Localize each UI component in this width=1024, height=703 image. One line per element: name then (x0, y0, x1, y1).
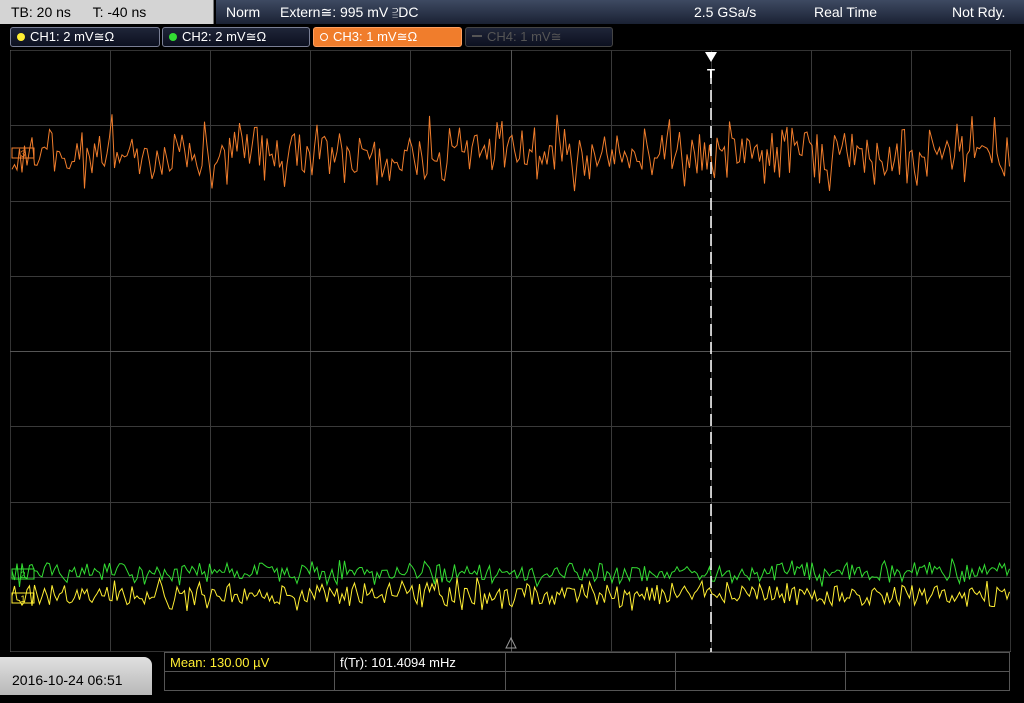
measurement-slot-7[interactable] (334, 671, 506, 691)
timebase-panel[interactable]: TB: 20 ns T: -40 ns (0, 0, 214, 24)
measurement-slot-6[interactable] (164, 671, 335, 691)
ch4-label: CH4: 1 mV≅ (487, 29, 562, 44)
ch2-ref-label: 2 (20, 570, 25, 580)
channel-button-ch1[interactable]: CH1: 2 mV≅Ω (10, 27, 160, 47)
acquisition-mode[interactable]: Real Time (814, 0, 877, 24)
sample-rate: 2.5 GSa/s (694, 4, 757, 20)
trigger-source[interactable]: Extern≅: 995 mV ⫆DC (280, 0, 419, 24)
ch3-label: CH3: 1 mV≅Ω (333, 29, 418, 44)
ch2-indicator-icon (169, 33, 177, 41)
measurement-slot-8[interactable] (505, 671, 676, 691)
trigger-mode[interactable]: Norm (226, 0, 260, 24)
trigger-marker-label: T (707, 66, 715, 81)
ch2-label: CH2: 2 mV≅Ω (182, 29, 267, 44)
waveform-display[interactable]: T 3 2 1 (9, 49, 1012, 653)
timebase-readout: TB: 20 ns (11, 4, 71, 20)
ch1-indicator-icon (17, 33, 25, 41)
waveform-plot[interactable]: T 3 2 1 (9, 49, 1012, 653)
measurement-slot-5[interactable] (845, 652, 1010, 672)
trigger-time-readout: T: -40 ns (92, 4, 147, 20)
measurement-slot-9[interactable] (675, 671, 846, 691)
channel-button-ch3[interactable]: CH3: 1 mV≅Ω (313, 27, 462, 47)
channel-button-ch4[interactable]: CH4: 1 mV≅ (465, 27, 613, 47)
ch1-label: CH1: 2 mV≅Ω (30, 29, 115, 44)
measurement-frequency[interactable]: f(Tr): 101.4094 mHz (334, 652, 506, 672)
date-time-display: 2016-10-24 06:51 (0, 657, 152, 695)
measurement-slot-4[interactable] (675, 652, 846, 672)
trigger-status-bar[interactable]: Norm Extern≅: 995 mV ⫆DC 2.5 GSa/s Real … (216, 0, 1024, 25)
channel-bar: CH1: 2 mV≅Ω CH2: 2 mV≅Ω CH3: 1 mV≅Ω CH4:… (0, 24, 1024, 48)
measurement-mean[interactable]: Mean: 130.00 µV (164, 652, 335, 672)
measurement-slot-3[interactable] (505, 652, 676, 672)
ch3-indicator-icon (320, 33, 328, 41)
measurement-slot-10[interactable] (845, 671, 1010, 691)
ch4-indicator-icon (472, 35, 482, 37)
ch1-ref-label: 1 (20, 594, 25, 604)
channel-button-ch2[interactable]: CH2: 2 mV≅Ω (162, 27, 310, 47)
ch3-ref-label: 3 (20, 149, 25, 159)
acquisition-status: Not Rdy. (952, 4, 1006, 20)
